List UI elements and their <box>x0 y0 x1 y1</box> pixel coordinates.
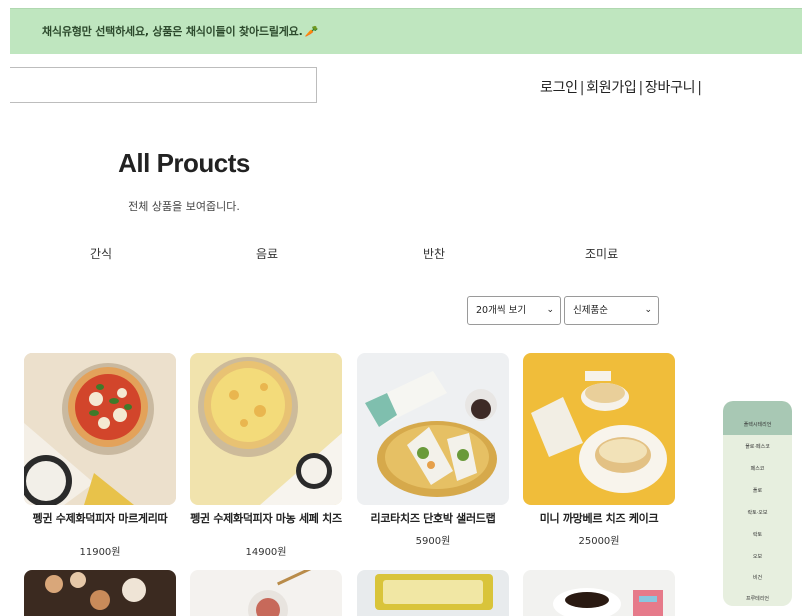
sidebar-item-lacto-ovo[interactable]: 락토·오보 <box>723 509 792 516</box>
product-price: 14900원 <box>245 547 287 558</box>
sort-value: 신제품순 <box>573 305 608 316</box>
product-image[interactable] <box>357 353 509 505</box>
chevron-down-icon: ⌄ <box>546 305 554 315</box>
product-image[interactable] <box>523 570 675 616</box>
sort-select[interactable]: 신제품순 ⌄ <box>564 296 659 325</box>
banner-message: 채식유형만 선택하세요, 상품은 채식이들이 찾아드릴게요. <box>42 25 303 38</box>
product-image[interactable] <box>190 353 342 505</box>
page-subtitle: 전체 상품을 보여줍니다. <box>128 200 240 213</box>
product-name[interactable]: 펭귄 수제화덕피자 마르게리따 <box>20 513 180 525</box>
cart-link[interactable]: 장바구니 <box>645 80 696 96</box>
sidebar-item-lacto[interactable]: 락토 <box>723 531 792 538</box>
carrot-icon: 🥕 <box>304 25 319 38</box>
sidebar-item-ovo[interactable]: 오보 <box>723 553 792 560</box>
product-price: 5900원 <box>415 536 451 547</box>
product-price: 25000원 <box>578 536 620 547</box>
product-name[interactable]: 펭귄 수제화덕피자 마농 세페 치즈 <box>186 513 346 525</box>
signup-link[interactable]: 회원가입 <box>586 80 637 96</box>
banner-text: 채식유형만 선택하세요, 상품은 채식이들이 찾아드릴게요. 🥕 <box>42 23 318 39</box>
per-page-value: 20개씩 보기 <box>476 305 527 316</box>
product-image[interactable] <box>523 353 675 505</box>
sidebar-item-flexitarian[interactable]: 플렉시테리언 <box>723 421 792 428</box>
sidebar-item-fruitarian[interactable]: 프루테리언 <box>723 595 792 602</box>
search-input[interactable] <box>10 67 317 103</box>
product-price: 11900원 <box>79 547 121 558</box>
product-name[interactable]: 리코타치즈 단호박 샐러드랩 <box>353 513 513 525</box>
category-side-dish[interactable]: 반찬 <box>423 245 445 262</box>
category-snack[interactable]: 간식 <box>90 245 112 262</box>
product-image[interactable] <box>24 570 176 616</box>
product-image[interactable] <box>24 353 176 505</box>
per-page-select[interactable]: 20개씩 보기 ⌄ <box>467 296 561 325</box>
sidebar-header <box>723 401 792 435</box>
product-image[interactable] <box>190 570 342 616</box>
page-title: All Proucts <box>118 148 250 178</box>
product-name[interactable]: 미니 까망베르 치즈 케이크 <box>519 513 679 525</box>
top-banner: 채식유형만 선택하세요, 상품은 채식이들이 찾아드릴게요. 🥕 <box>10 8 802 54</box>
user-nav: 로그인 | 회원가입 | 장바구니 | <box>540 77 704 97</box>
login-link[interactable]: 로그인 <box>540 80 578 96</box>
product-image[interactable] <box>357 570 509 616</box>
sidebar-item-pollo[interactable]: 폴로 <box>723 487 792 494</box>
category-seasoning[interactable]: 조미료 <box>585 245 618 262</box>
nav-separator: | <box>697 80 702 96</box>
sidebar-item-pesco[interactable]: 페스코 <box>723 465 792 472</box>
chevron-down-icon: ⌄ <box>644 305 652 315</box>
category-drink[interactable]: 음료 <box>256 245 278 262</box>
sidebar-item-pollo-pesco[interactable]: 폴로·페스코 <box>723 443 792 450</box>
sidebar-item-vegan[interactable]: 비건 <box>723 574 792 581</box>
nav-separator: | <box>579 80 585 96</box>
nav-separator: | <box>638 80 644 96</box>
vegetarian-type-sidebar: 플렉시테리언 폴로·페스코 페스코 폴로 락토·오보 락토 오보 비건 프루테리… <box>723 401 792 606</box>
